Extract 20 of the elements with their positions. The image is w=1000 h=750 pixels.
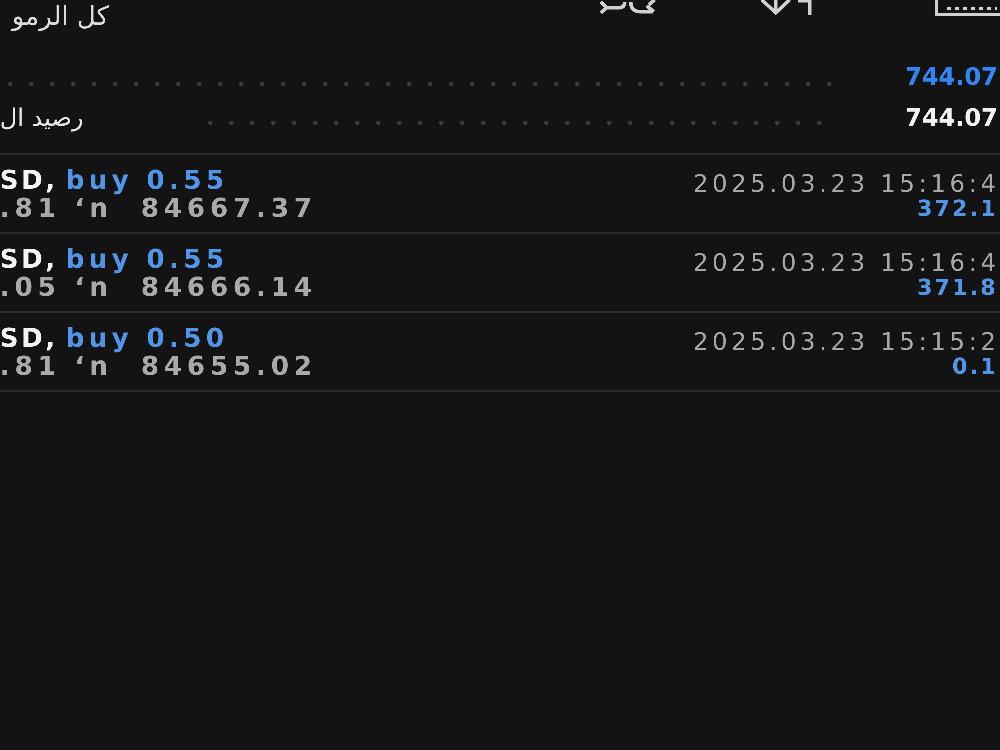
deal-time: 2025.03.23 15:15:2 bbox=[693, 329, 1000, 355]
summary-value: 744.07 bbox=[905, 103, 999, 133]
deal-symbol: SD, bbox=[0, 167, 58, 195]
deal-symbol: SD, bbox=[0, 325, 58, 353]
deal-side: buy 0.55 bbox=[66, 167, 229, 195]
deal-profit: 0.1 bbox=[952, 355, 999, 381]
summary-value: 744.07 bbox=[905, 62, 999, 92]
deal-prices: .05 ‘n 84666.14 bbox=[0, 274, 318, 302]
deal-profit: 372.1 bbox=[917, 197, 999, 223]
symbol-filter[interactable]: كل الرمو bbox=[8, 0, 114, 34]
deal-side: buy 0.50 bbox=[66, 325, 229, 353]
deal-prices: .81 ‘n 84667.37 bbox=[0, 195, 318, 223]
calendar-icon[interactable] bbox=[935, 0, 1000, 17]
deal-symbol: SD, bbox=[0, 246, 58, 274]
summary-label: رصيد ال bbox=[0, 104, 85, 132]
deal-prices: .81 ‘n 84655.02 bbox=[0, 353, 318, 381]
deal-time: 2025.03.23 15:16:4 bbox=[693, 171, 1000, 197]
deal-side: buy 0.55 bbox=[66, 246, 229, 274]
deal-profit: 371.8 bbox=[917, 276, 999, 302]
deal-time: 2025.03.23 15:16:4 bbox=[693, 250, 1000, 276]
